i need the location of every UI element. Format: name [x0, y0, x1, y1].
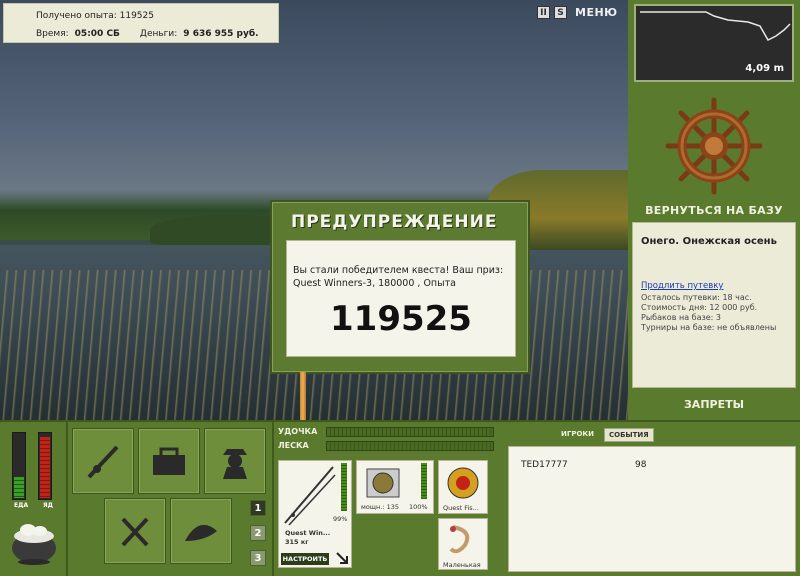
warning-dialog[interactable]: ПРЕДУПРЕЖДЕНИЕ Вы стали победителем квес… [272, 202, 528, 372]
lure-icon [449, 525, 470, 554]
xp-readout: Получено опыта: 119525 [36, 11, 154, 21]
tackle-box-icon [153, 447, 185, 475]
ship-wheel-icon[interactable] [664, 96, 764, 196]
needs-meters: ЕДА ЯД [10, 432, 58, 514]
dialog-body: Вы стали победителем квеста! Ваш приз: Q… [286, 240, 516, 357]
top-controls: II S МЕНЮ [537, 6, 618, 19]
pause-icon[interactable]: II [537, 6, 550, 19]
xp-value: 119525 [119, 11, 154, 21]
right-sidebar: 4,09 m ВЕРНУТЬСЯ НА БАЗУ Онего. Онежская… [628, 0, 800, 420]
events-tabs: ИГРОКИ СОБЫТИЯ [557, 428, 654, 442]
reel-percent: 100% [409, 503, 428, 511]
event-player: TED17777 [521, 460, 568, 470]
list-item: TED17777 98 [521, 460, 771, 470]
events-list: TED17777 98 [508, 446, 796, 572]
reel-card[interactable]: мощн.: 135 100% [356, 460, 434, 514]
rod-name: Quest Win... [285, 529, 331, 537]
tournaments-status: Турниры на базе: не объявлены [641, 323, 777, 332]
depth-chart: 4,09 m [634, 4, 794, 82]
food-pot-icon[interactable] [8, 514, 60, 566]
menu-button[interactable]: МЕНЮ [575, 6, 618, 19]
line-card[interactable]: Quest Fis... [438, 460, 488, 514]
dialog-number: 119525 [330, 299, 472, 339]
lure-name: Маленькая [443, 561, 481, 569]
rod-percent: 99% [333, 515, 348, 523]
fisherman-button[interactable] [204, 428, 266, 494]
dialog-title: ПРЕДУПРЕЖДЕНИЕ [291, 212, 498, 232]
location-title: Онего. Онежская осень [641, 236, 777, 247]
fisherman-icon [223, 449, 247, 479]
tool-page-1-button[interactable]: 1 [250, 500, 266, 516]
money-label: Деньги: [139, 29, 178, 39]
tool-page-2-button[interactable]: 2 [250, 525, 266, 541]
base-info-box: Онего. Онежская осень Продлить путевку О… [632, 222, 796, 388]
time-label: Время: [36, 29, 69, 39]
sound-icon[interactable]: S [554, 6, 567, 19]
player-stats-panel: Получено опыта: 119525 Время: 05:00 СБ Д… [3, 3, 279, 43]
extend-permit-link[interactable]: Продлить путевку [641, 281, 723, 291]
line-name: Quest Fis... [443, 504, 479, 512]
reel-power: мощн.: 135 [361, 503, 399, 511]
rod-weight: 315 кг [285, 538, 309, 546]
line-strength-bar [326, 441, 494, 451]
poison-meter-fill [40, 437, 50, 498]
food-meter-fill [14, 476, 24, 498]
money-value: 9 636 955 руб. [183, 29, 259, 39]
return-to-base-button[interactable]: ВЕРНУТЬСЯ НА БАЗУ [628, 204, 800, 217]
setup-button[interactable]: НАСТРОИТЬ [281, 553, 329, 565]
reel-condition-bar [421, 463, 427, 499]
rod-picture-icon [284, 466, 336, 526]
fishing-line-spool-icon [447, 467, 479, 499]
dialog-message: Вы стали победителем квеста! Ваш приз: Q… [293, 265, 504, 289]
anglers-count: Рыбаков на базе: 3 [641, 313, 721, 322]
rod-strength-label: УДОЧКА [278, 427, 318, 436]
fish-icon [185, 524, 217, 541]
xp-label: Получено опыта: [36, 11, 117, 21]
events-panel: ИГРОКИ СОБЫТИЯ TED17777 98 [502, 422, 800, 576]
knife-fork-icon [121, 517, 149, 547]
permit-remaining: Осталось путевки: 18 час. [641, 293, 752, 302]
tab-events[interactable]: СОБЫТИЯ [603, 428, 654, 442]
bottom-panel: ЕДА ЯД 1 2 3 УДОЧКА ЛЕСКА 99% Quest Win.… [0, 420, 800, 576]
food-meter [12, 432, 26, 500]
reel-icon [366, 468, 400, 498]
eat-button[interactable] [104, 498, 166, 564]
lure-card[interactable]: Маленькая [438, 518, 488, 570]
catch-button[interactable] [170, 498, 232, 564]
poison-label: ЯД [43, 502, 53, 509]
rod-icon [87, 445, 119, 479]
bans-button[interactable]: ЗАПРЕТЫ [628, 398, 800, 411]
tackle-box-button[interactable] [138, 428, 200, 494]
base-details: Осталось путевки: 18 час. Стоимость дня:… [641, 293, 776, 333]
rod-card[interactable]: 99% Quest Win... 315 кг НАСТРОИТЬ [278, 460, 352, 568]
rod-strength-bar [326, 427, 494, 437]
line-strength-label: ЛЕСКА [278, 441, 309, 450]
day-cost: Стоимость дня: 12 000 руб. [641, 303, 758, 312]
time-value: 05:00 СБ [74, 29, 120, 39]
rod-tip [300, 372, 306, 420]
depth-value: 4,09 m [745, 63, 784, 74]
event-value: 98 [635, 460, 647, 470]
food-label: ЕДА [14, 502, 29, 509]
tool-page-3-button[interactable]: 3 [250, 550, 266, 566]
poison-meter [38, 432, 52, 500]
arrow-icon[interactable] [335, 551, 349, 565]
rod-tool-button[interactable] [72, 428, 134, 494]
tab-players[interactable]: ИГРОКИ [557, 428, 598, 442]
rod-condition-bar [341, 463, 347, 511]
